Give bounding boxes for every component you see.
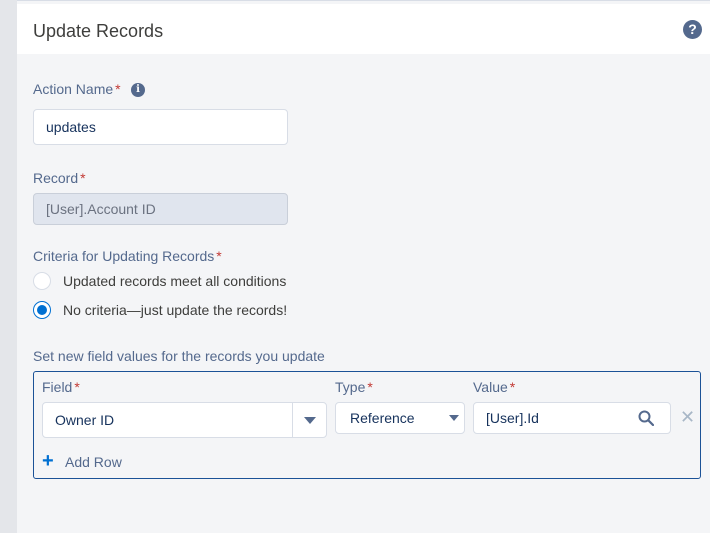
- left-rail: [0, 0, 17, 533]
- type-select[interactable]: Reference: [335, 402, 465, 434]
- criteria-option-label: No criteria—just update the records!: [63, 302, 288, 318]
- caret-down-icon: [449, 415, 459, 421]
- remove-row-icon[interactable]: ✕: [680, 407, 695, 428]
- search-icon[interactable]: [638, 410, 654, 426]
- action-name-label: Action Name *: [33, 81, 121, 97]
- type-select-value: Reference: [350, 410, 415, 426]
- divider: [292, 403, 293, 437]
- type-column-label: Type *: [335, 379, 373, 395]
- radio-button-selected[interactable]: [33, 301, 51, 319]
- plus-icon: +: [42, 450, 54, 472]
- criteria-option-label: Updated records meet all conditions: [63, 273, 287, 289]
- info-icon[interactable]: i: [131, 83, 145, 97]
- field-values-box: Field * Type * Value * Owner ID Reference […: [33, 371, 701, 479]
- required-marker: *: [367, 379, 373, 395]
- chevron-down-icon[interactable]: [304, 417, 316, 424]
- field-values-heading: Set new field values for the records you…: [33, 348, 325, 364]
- record-label: Record *: [33, 170, 86, 186]
- question-circle-icon[interactable]: ?: [683, 20, 702, 39]
- required-marker: *: [74, 379, 80, 395]
- panel-header: Update Records ?: [17, 4, 710, 54]
- update-records-panel: Update Records ? Action Name * i updates …: [17, 0, 710, 533]
- required-marker: *: [509, 379, 516, 395]
- record-field: [User].Account ID: [33, 193, 288, 225]
- criteria-label: Criteria for Updating Records *: [33, 248, 222, 264]
- panel-title: Update Records: [33, 21, 164, 41]
- add-row-label: Add Row: [65, 454, 122, 470]
- value-lookup[interactable]: [User].Id: [473, 402, 671, 434]
- field-column-label: Field *: [42, 379, 80, 395]
- action-name-input[interactable]: updates: [33, 109, 288, 145]
- value-column-label: Value *: [473, 379, 516, 395]
- required-marker: *: [115, 81, 121, 97]
- value-lookup-value: [User].Id: [486, 410, 539, 426]
- required-marker: *: [216, 248, 222, 264]
- radio-button[interactable]: [33, 272, 51, 290]
- required-marker: *: [80, 170, 86, 186]
- field-picker-value: Owner ID: [55, 412, 115, 428]
- field-picker[interactable]: Owner ID: [42, 402, 327, 438]
